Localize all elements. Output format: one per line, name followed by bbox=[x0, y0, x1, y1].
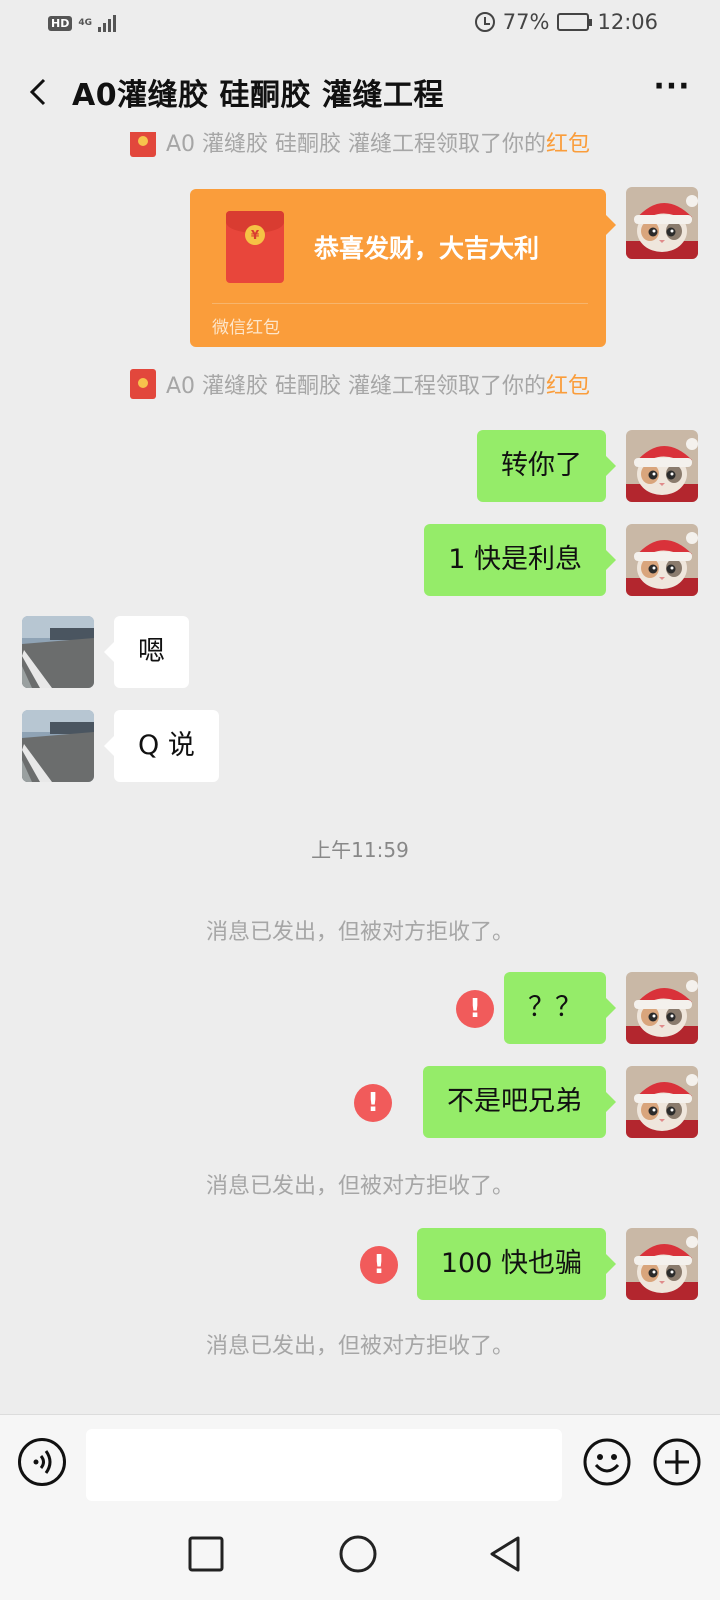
system-notice-claim: A0 灌缝胶 硅酮胶 灌缝工程领取了你的红包 bbox=[0, 132, 720, 158]
plus-circle-icon bbox=[653, 1438, 701, 1486]
send-failed-icon[interactable]: ! bbox=[456, 990, 494, 1028]
send-failed-icon[interactable]: ! bbox=[360, 1246, 398, 1284]
status-bar: HD 4G 77% 12:06 bbox=[0, 0, 720, 50]
chat-title: A0灌缝胶 硅酮胶 灌缝工程 bbox=[72, 78, 444, 113]
chat-header: A0灌缝胶 硅酮胶 灌缝工程 ··· bbox=[0, 50, 720, 132]
my-avatar[interactable] bbox=[626, 187, 698, 259]
nav-back-button[interactable] bbox=[484, 1532, 528, 1576]
red-packet-link[interactable]: 红包 bbox=[546, 374, 590, 399]
hd-badge: HD bbox=[48, 15, 73, 31]
red-packet-greeting: 恭喜发财，大吉大利 bbox=[314, 234, 540, 263]
alarm-icon bbox=[474, 12, 495, 32]
my-avatar[interactable] bbox=[626, 1066, 698, 1138]
red-packet-link[interactable]: 红包 bbox=[546, 132, 590, 157]
recent-apps-button[interactable] bbox=[184, 1532, 228, 1576]
triangle-back-icon bbox=[490, 1536, 520, 1572]
status-right: 77% 12:06 bbox=[474, 10, 658, 34]
contact-avatar[interactable] bbox=[22, 710, 94, 782]
received-message[interactable]: 嗯 bbox=[104, 616, 189, 688]
my-avatar[interactable] bbox=[626, 524, 698, 596]
chevron-left-icon bbox=[29, 78, 46, 106]
input-bar bbox=[0, 1414, 720, 1508]
clock: 12:06 bbox=[597, 10, 658, 34]
square-icon bbox=[188, 1536, 224, 1572]
status-left: HD 4G bbox=[48, 14, 116, 32]
rejected-notice: 消息已发出，但被对方拒收了。 bbox=[205, 1334, 514, 1359]
more-dots-icon: ··· bbox=[653, 69, 691, 104]
coin-icon: ¥ bbox=[245, 225, 265, 245]
divider bbox=[212, 303, 588, 304]
sent-message[interactable]: 不是吧兄弟 bbox=[423, 1066, 616, 1138]
red-packet-small-icon bbox=[129, 369, 156, 399]
emoji-button[interactable] bbox=[582, 1437, 632, 1487]
contact-avatar[interactable] bbox=[22, 616, 94, 688]
sent-message[interactable]: 100 快也骗 bbox=[416, 1228, 617, 1300]
red-packet-small-icon bbox=[129, 132, 156, 157]
sent-message[interactable]: 1 快是利息 bbox=[424, 524, 616, 596]
battery-percent: 77% bbox=[502, 10, 550, 34]
voice-icon bbox=[33, 1450, 52, 1474]
red-envelope-icon: ¥ bbox=[226, 211, 284, 283]
chat-area[interactable]: A0 灌缝胶 硅酮胶 灌缝工程领取了你的红包 ¥ 恭喜发财，大吉大利 微信红包 … bbox=[0, 132, 720, 1414]
back-button[interactable] bbox=[22, 74, 58, 110]
network-type: 4G bbox=[78, 17, 92, 28]
system-notice-text: A0 灌缝胶 硅酮胶 灌缝工程领取了你的 bbox=[165, 132, 546, 157]
emoji-icon bbox=[583, 1438, 631, 1486]
sent-message[interactable]: 转你了 bbox=[477, 430, 616, 502]
system-nav-bar bbox=[0, 1508, 720, 1600]
more-button[interactable]: ··· bbox=[652, 72, 692, 106]
my-avatar[interactable] bbox=[626, 430, 698, 502]
sent-message[interactable]: ？？ bbox=[504, 972, 616, 1044]
voice-button[interactable] bbox=[18, 1438, 66, 1486]
my-avatar[interactable] bbox=[626, 972, 698, 1044]
timestamp: 上午11:59 bbox=[311, 838, 409, 862]
home-button[interactable] bbox=[336, 1532, 380, 1576]
more-functions-button[interactable] bbox=[652, 1437, 702, 1487]
signal-icon bbox=[98, 14, 116, 32]
send-failed-icon[interactable]: ! bbox=[354, 1084, 392, 1122]
red-packet-label: 微信红包 bbox=[212, 318, 280, 338]
red-packet-message[interactable]: ¥ 恭喜发财，大吉大利 微信红包 bbox=[190, 189, 616, 347]
rejected-notice: 消息已发出，但被对方拒收了。 bbox=[205, 920, 514, 945]
my-avatar[interactable] bbox=[626, 1228, 698, 1300]
rejected-notice: 消息已发出，但被对方拒收了。 bbox=[205, 1174, 514, 1199]
received-message[interactable]: Q 说 bbox=[104, 710, 219, 782]
system-notice-claim: A0 灌缝胶 硅酮胶 灌缝工程领取了你的红包 bbox=[0, 368, 720, 400]
message-input[interactable] bbox=[86, 1429, 562, 1501]
system-notice-text: A0 灌缝胶 硅酮胶 灌缝工程领取了你的 bbox=[165, 374, 546, 399]
circle-icon bbox=[339, 1535, 377, 1573]
battery-icon bbox=[557, 13, 593, 31]
